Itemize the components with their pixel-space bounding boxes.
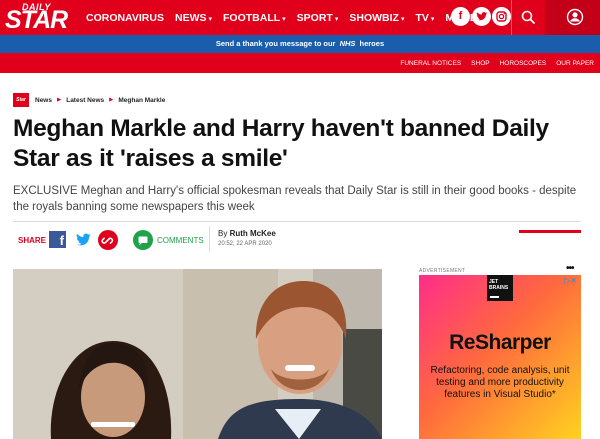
nav-item-label: SHOWBIZ [349, 11, 399, 24]
share-twitter-button[interactable] [75, 231, 92, 248]
user-account-icon [566, 8, 584, 26]
comment-icon [138, 236, 148, 246]
nav-item-label: CORONAVIRUS [86, 11, 164, 24]
facebook-icon[interactable]: f [451, 7, 470, 26]
breadcrumb: Star News ▶ Latest News ▶ Meghan Markle [13, 93, 165, 107]
nhs-banner-prefix: Send a thank you message to our [215, 39, 336, 48]
subnav-our-paper[interactable]: OUR PAPER [556, 60, 594, 67]
article-headline: Meghan Markle and Harry haven't banned D… [13, 115, 549, 172]
secondary-nav: FUNERAL NOTICES SHOP HOROSCOPES OUR PAPE… [0, 53, 600, 73]
twitter-icon[interactable] [472, 7, 491, 26]
subnav-shop[interactable]: SHOP [471, 60, 489, 67]
nav-item-label: FOOTBALL [223, 11, 281, 24]
instagram-icon[interactable] [492, 7, 511, 26]
ad-body-text: Refactoring, code analysis, unit testing… [430, 365, 570, 400]
nav-item-football[interactable]: FOOTBALL ▾ [223, 12, 286, 24]
nav-item-tv[interactable]: TV ▾ [415, 12, 434, 24]
ad-options-icon[interactable]: ••• [566, 263, 574, 274]
jetbrains-badge-line2: BRAINS [489, 285, 509, 291]
publish-date: 20:52, 22 APR 2020 [218, 241, 272, 247]
meghan-harry-photo [13, 269, 382, 439]
nav-item-showbiz[interactable]: SHOWBIZ ▾ [349, 12, 404, 24]
main-nav: CORONAVIRUS NEWS ▾ FOOTBALL ▾ SPORT ▾ SHOWBIZ ▾ T… [86, 0, 493, 35]
nhs-banner[interactable]: Send a thank you message to our NHS hero… [0, 35, 600, 53]
vertical-divider [209, 226, 210, 252]
byline-prefix: By [218, 229, 228, 238]
nav-item-label: TV [415, 11, 429, 24]
breadcrumb-logo[interactable]: Star [13, 93, 29, 107]
chevron-down-icon: ▾ [282, 15, 286, 23]
nav-item-sport[interactable]: SPORT ▾ [297, 12, 339, 24]
copy-link-button[interactable] [98, 230, 118, 250]
adchoices-close-icon[interactable]: ▷✕ [564, 276, 577, 285]
search-icon [521, 10, 535, 24]
daily-star-logo[interactable]: DAILY STAR [3, 0, 68, 35]
accent-rule [519, 230, 581, 233]
comments-button[interactable] [133, 230, 153, 250]
nav-item-news[interactable]: NEWS ▾ [175, 12, 212, 24]
byline: By Ruth McKee [218, 229, 276, 238]
breadcrumb-meghan-markle[interactable]: Meghan Markle [118, 97, 165, 104]
twitter-icon [76, 233, 91, 246]
nav-item-label: SPORT [296, 11, 333, 24]
nav-item-coronavirus[interactable]: CORONAVIRUS [86, 12, 164, 24]
logo-star-text: STAR [5, 6, 68, 34]
chevron-down-icon: ▾ [208, 15, 212, 23]
breadcrumb-latest-news[interactable]: Latest News [66, 97, 104, 104]
ad-title: ReSharper [449, 331, 551, 354]
nav-item-label: NEWS [174, 11, 207, 24]
chevron-down-icon: ▾ [400, 15, 405, 23]
comments-label[interactable]: COMMENTS [157, 236, 204, 245]
account-button[interactable] [545, 0, 600, 35]
breadcrumb-arrow-icon: ▶ [109, 97, 114, 103]
jetbrains-logo: JET BRAINS [487, 275, 513, 301]
subnav-funeral-notices[interactable]: FUNERAL NOTICES [400, 60, 461, 67]
resharper-advert[interactable]: JET BRAINS ▷✕ ReSharper Refactoring, cod… [419, 275, 581, 439]
author-link[interactable]: Ruth McKee [230, 229, 276, 238]
advertisement-label: ADVERTISEMENT [419, 268, 466, 274]
subnav-horoscopes[interactable]: HOROSCOPES [500, 60, 547, 67]
breadcrumb-arrow-icon: ▶ [56, 97, 62, 103]
article-subhead: EXCLUSIVE Meghan and Harry's official sp… [13, 185, 577, 213]
share-label: SHARE [18, 236, 47, 245]
top-navigation-bar: DAILY STAR CORONAVIRUS NEWS ▾ FOOTBALL ▾ SPOR… [0, 0, 600, 35]
share-facebook-button[interactable]: f [49, 231, 66, 248]
search-button[interactable] [511, 0, 545, 35]
breadcrumb-news[interactable]: News [35, 97, 52, 104]
chevron-down-icon: ▾ [430, 15, 435, 23]
divider [13, 221, 581, 222]
chevron-down-icon: ▾ [334, 15, 339, 23]
article-hero-image[interactable] [13, 269, 382, 439]
link-icon [101, 237, 114, 244]
nhs-banner-suffix: heroes [359, 39, 385, 48]
nhs-logo-text: NHS [339, 39, 356, 48]
